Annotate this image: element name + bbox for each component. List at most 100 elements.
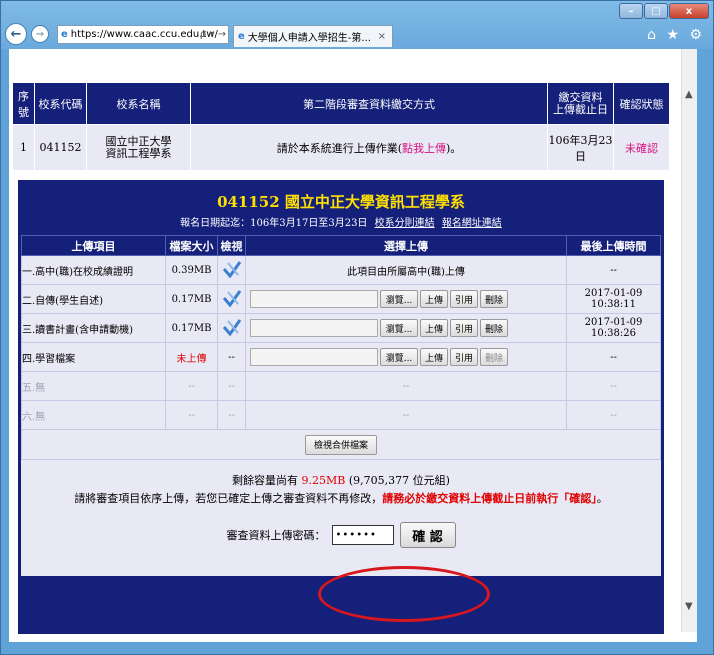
delete-button: 刪除 — [480, 348, 509, 366]
application-summary-table: 序號 校系代碼 校系名稱 第二階段審查資料繳交方式 繳交資料 上傳截止日 確認狀… — [12, 82, 670, 171]
file-size: -- — [165, 400, 218, 430]
item-label: 二.自傳(學生自述) — [21, 284, 166, 314]
file-size: -- — [165, 371, 218, 401]
row-status: 未確認 — [613, 124, 670, 171]
close-button[interactable]: x — [669, 3, 709, 19]
table-row: 六.無 -- -- -- -- — [21, 400, 661, 430]
view-merged-file-button[interactable]: 檢視合併檔案 — [304, 434, 377, 455]
confirm-button[interactable]: 確 認 — [399, 522, 456, 548]
file-path-field[interactable] — [250, 290, 378, 308]
scroll-down-icon[interactable]: ▼ — [685, 601, 693, 612]
col-item: 上傳項目 — [21, 235, 166, 256]
view-cell: -- — [217, 400, 246, 430]
file-size: 0.39MB — [165, 255, 218, 285]
window-controls: – □ x — [619, 3, 709, 19]
col-upload: 選擇上傳 — [245, 235, 567, 256]
check-view-icon[interactable] — [222, 259, 242, 279]
table-row: 二.自傳(學生自述) 0.17MB 瀏覽... 上傳 引用 刪除 2017-01… — [21, 284, 661, 314]
row-deadline: 106年3月23日 — [547, 124, 614, 171]
row-index: 1 — [12, 124, 35, 171]
col-time: 最後上傳時間 — [566, 235, 661, 256]
maximize-button[interactable]: □ — [644, 3, 668, 19]
upload-note: -- — [245, 400, 567, 430]
last-upload-time: -- — [566, 371, 661, 401]
notice-prefix: 請將審查項目依序上傳，若您已確定上傳之審查資料不再修改， — [74, 492, 383, 505]
upload-button[interactable]: 上傳 — [420, 290, 449, 308]
method-suffix: )。 — [446, 141, 462, 155]
table-row: 五.無 -- -- -- -- — [21, 371, 661, 401]
scroll-up-icon[interactable]: ▲ — [685, 89, 693, 100]
view-cell: -- — [217, 371, 246, 401]
browse-button[interactable]: 瀏覽... — [380, 319, 418, 337]
rules-link[interactable]: 校系分則連結 — [375, 218, 435, 229]
last-upload-time: 2017-01-09 10:38:26 — [566, 313, 661, 343]
view-cell: -- — [217, 342, 246, 372]
browser-tab[interactable]: e 大學個人申請入學招生-第... × — [233, 25, 393, 47]
password-label: 審查資料上傳密碼： — [226, 529, 326, 542]
browse-button[interactable]: 瀏覽... — [380, 348, 418, 366]
registration-dates: 報名日期起迄：106年3月17日至3月23日 — [180, 218, 368, 229]
header-code: 校系代碼 — [34, 82, 87, 125]
table-row: 1 041152 國立中正大學 資訊工程學系 請於本系統進行上傳作業(點我上傳)… — [12, 124, 670, 171]
vertical-scrollbar[interactable]: ▲ ▼ — [681, 49, 697, 632]
home-favorites-settings-icons[interactable]: ⌂ ★ ⚙ — [647, 27, 705, 43]
table-row: 三.讀書計畫(含申請動機) 0.17MB 瀏覽... 上傳 引用 刪除 2017… — [21, 313, 661, 343]
header-deadline: 繳交資料 上傳截止日 — [547, 82, 614, 125]
file-path-field[interactable] — [250, 319, 378, 337]
header-name: 校系名稱 — [86, 82, 191, 125]
table-row: 四.學習檔案 未上傳 -- 瀏覽... 上傳 引用 刪除 -- — [21, 342, 661, 372]
item-label: 六.無 — [21, 400, 166, 430]
last-upload-time: -- — [566, 342, 661, 372]
address-text: https://www.caac.ccu.edu.tw/ — [70, 29, 218, 40]
item-label: 三.讀書計畫(含申請動機) — [21, 313, 166, 343]
file-size: 未上傳 — [165, 342, 218, 372]
file-path-field[interactable] — [250, 348, 378, 366]
merge-row: 檢視合併檔案 — [21, 429, 661, 460]
remaining-prefix: 剩餘容量尚有 — [232, 474, 302, 487]
col-size: 檔案大小 — [165, 235, 218, 256]
file-size: 0.17MB — [165, 284, 218, 314]
view-cell — [217, 284, 246, 314]
forward-button[interactable]: → — [31, 25, 49, 43]
upload-button[interactable]: 上傳 — [420, 348, 449, 366]
address-tools-icon[interactable]: ρ ▾ → — [200, 29, 226, 40]
header-method: 第二階段審查資料繳交方式 — [190, 82, 548, 125]
upload-panel: 041152 國立中正大學資訊工程學系 報名日期起迄：106年3月17日至3月2… — [18, 180, 664, 634]
upload-controls: 瀏覽... 上傳 引用 刪除 — [245, 313, 567, 343]
upload-controls: 瀏覽... 上傳 引用 刪除 — [245, 284, 567, 314]
last-upload-time: -- — [566, 400, 661, 430]
tab-title: 大學個人申請入學招生-第... — [247, 33, 371, 44]
upload-controls: 瀏覽... 上傳 引用 刪除 — [245, 342, 567, 372]
panel-date-row: 報名日期起迄：106年3月17日至3月23日 校系分則連結 報名網址連結 — [21, 214, 661, 229]
upload-note: -- — [245, 371, 567, 401]
browse-button[interactable]: 瀏覽... — [380, 290, 418, 308]
view-cell — [217, 313, 246, 343]
back-button[interactable]: ← — [5, 23, 27, 45]
item-label: 四.學習檔案 — [21, 342, 166, 372]
cite-button[interactable]: 引用 — [450, 319, 479, 337]
minimize-button[interactable]: – — [619, 3, 643, 19]
password-field[interactable]: •••••• — [331, 525, 394, 545]
ie-icon: e — [61, 29, 68, 40]
cite-button[interactable]: 引用 — [450, 290, 479, 308]
header-index: 序號 — [12, 82, 35, 125]
delete-button[interactable]: 刪除 — [480, 290, 509, 308]
check-view-icon[interactable] — [222, 288, 242, 308]
last-upload-time: 2017-01-09 10:38:11 — [566, 284, 661, 314]
confirm-notice: 請將審查項目依序上傳，若您已確定上傳之審查資料不再修改，請務必於繳交資料上傳截止… — [21, 490, 661, 506]
upload-link[interactable]: 點我上傳 — [402, 142, 446, 155]
tab-close-icon[interactable]: × — [378, 31, 386, 42]
check-view-icon[interactable] — [222, 317, 242, 337]
footer-section: 剩餘容量尚有 9.25MB (9,705,377 位元組) 請將審查項目依序上傳… — [21, 460, 661, 576]
delete-button[interactable]: 刪除 — [480, 319, 509, 337]
site-link[interactable]: 報名網址連結 — [442, 218, 502, 229]
file-size: 0.17MB — [165, 313, 218, 343]
upload-button[interactable]: 上傳 — [420, 319, 449, 337]
view-cell — [217, 255, 246, 285]
address-bar[interactable]: e https://www.caac.ccu.edu.tw/ ρ ▾ → — [57, 25, 229, 44]
cite-button[interactable]: 引用 — [450, 348, 479, 366]
title-bar: – □ x ← → e https://www.caac.ccu.edu.tw/… — [1, 1, 713, 49]
col-view: 檢視 — [217, 235, 246, 256]
last-upload-time: -- — [566, 255, 661, 285]
header-status: 確認狀態 — [613, 82, 670, 125]
